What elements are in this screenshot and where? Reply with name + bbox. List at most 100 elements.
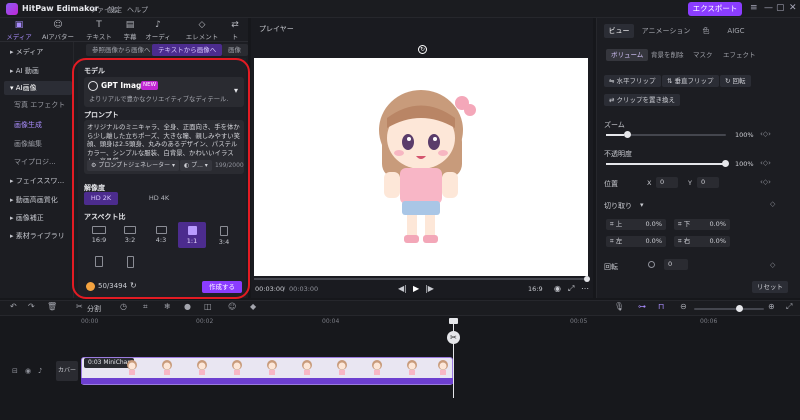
refresh-icon[interactable]: ↻ — [130, 281, 137, 290]
ratio-option-6[interactable] — [85, 252, 113, 274]
tab-aigc[interactable]: AIGC — [722, 24, 750, 38]
ratio-3-2[interactable]: 3:2 — [116, 222, 144, 248]
maximize-icon[interactable]: ▢ — [776, 3, 785, 13]
more-icon[interactable]: ⋯ — [581, 284, 589, 293]
mic-icon[interactable]: 🎙 — [614, 302, 624, 311]
zoom-value[interactable]: 100% — [735, 131, 754, 139]
camera-icon[interactable]: ◉ — [554, 284, 561, 293]
next-frame-icon[interactable]: |▶ — [425, 284, 434, 293]
tab-color[interactable]: 色 — [697, 24, 715, 38]
tab-transition[interactable]: ⇄ ト — [228, 20, 242, 41]
crop-top[interactable]: ⌗ 上 0.0% — [606, 219, 666, 230]
magnet-icon[interactable]: ⊓ — [658, 302, 664, 311]
sidebar-item-ai-image[interactable]: ▾ AI画像 — [4, 81, 72, 95]
sidebar-item-media[interactable]: ▸ メディア — [4, 45, 72, 59]
link-icon[interactable]: ⊶ — [638, 302, 646, 311]
prev-frame-icon[interactable]: ◀| — [398, 284, 407, 293]
split-icon[interactable]: ✂ — [76, 302, 83, 311]
zoom-knob[interactable] — [624, 131, 631, 138]
subtab-mask[interactable]: マスク — [688, 49, 718, 61]
timeline-zoom-slider[interactable] — [694, 308, 764, 310]
split-label[interactable]: 分割 — [87, 304, 101, 314]
cover-button[interactable]: カバー — [56, 361, 78, 381]
timeline-zoom-knob[interactable] — [736, 305, 743, 312]
preview-canvas[interactable] — [254, 58, 588, 276]
track-mute-icon[interactable]: ♪ — [38, 367, 42, 375]
keyframe-icon[interactable]: ‹◇› — [760, 178, 771, 186]
playback-progress[interactable] — [254, 278, 588, 280]
sidebar-item-image-fix[interactable]: ▸ 画像補正 — [4, 211, 72, 225]
fit-icon[interactable]: ⤢ — [786, 302, 792, 312]
resolution-2k[interactable]: HD 2K — [84, 192, 118, 205]
subtab-effect[interactable]: エフェクト — [718, 49, 761, 61]
ratio-3-4[interactable]: 3:4 — [210, 222, 238, 248]
sidebar-item-photo-effect[interactable]: 写真 エフェクト — [4, 98, 72, 112]
playhead-handle[interactable] — [449, 318, 458, 324]
sidebar-item-library[interactable]: ▸ 素材ライブラリ — [4, 229, 72, 243]
tab-text-to-image[interactable]: テキストから画像へ — [152, 44, 223, 56]
ratio-16-9[interactable]: 16:9 — [85, 222, 113, 248]
opacity-knob[interactable] — [722, 160, 729, 167]
redo-icon[interactable]: ↷ — [28, 302, 35, 311]
record-icon[interactable]: ● — [184, 302, 191, 311]
crop-tool-icon[interactable]: ⌗ — [143, 302, 148, 312]
playhead[interactable] — [453, 318, 454, 398]
fullscreen-icon[interactable]: ⤢ — [568, 284, 574, 294]
ratio-option-7[interactable] — [116, 252, 144, 274]
create-button[interactable]: 作成する — [202, 281, 242, 293]
rotation-dial-icon[interactable] — [648, 261, 655, 268]
play-icon[interactable]: ▶ — [413, 284, 419, 293]
tab-text[interactable]: T テキスト — [86, 20, 112, 41]
sidebar-item-image-edit[interactable]: 画像編集 — [4, 137, 72, 151]
keyframe-icon[interactable]: ◇ — [770, 261, 775, 269]
sidebar-item-face-swap[interactable]: ▸ フェイススワ... — [4, 174, 72, 188]
subtab-volume[interactable]: ボリューム — [606, 49, 649, 61]
tab-media[interactable]: ▣ メディア — [6, 20, 32, 41]
keyframe-icon[interactable]: ‹◇› — [760, 130, 771, 138]
ratio-4-3[interactable]: 4:3 — [147, 222, 175, 248]
ratio-1-1[interactable]: 1:1 — [178, 222, 206, 248]
track-lock-icon[interactable]: ⊟ — [12, 367, 18, 375]
crop-right[interactable]: ⌗ 右 0.0% — [674, 236, 730, 247]
reset-button[interactable]: リセット — [752, 281, 788, 293]
replace-clip-button[interactable]: ⇄ クリップを置き換え — [604, 94, 681, 106]
tab-image-style[interactable]: 画像ス — [222, 44, 248, 56]
menu-settings[interactable]: 設定 — [108, 5, 122, 15]
pos-x-input[interactable]: 0 — [656, 177, 678, 188]
keyframe-icon[interactable]: ‹◇› — [760, 159, 771, 167]
tab-subtitle[interactable]: ▤ 字幕 — [117, 20, 143, 41]
tab-animation[interactable]: アニメーション — [640, 24, 692, 38]
tab-view[interactable]: ビュー — [604, 24, 634, 38]
crop-bottom[interactable]: ⌗ 下 0.0% — [674, 219, 730, 230]
rotation-input[interactable]: 0 — [664, 259, 688, 270]
tab-ai-avatar[interactable]: ☺ AIアバター — [40, 20, 76, 41]
aspect-select[interactable]: 16:9 — [528, 285, 543, 293]
subtab-remove-bg[interactable]: 背景を削除 — [646, 49, 689, 61]
sticker-icon[interactable]: ◆ — [250, 302, 256, 311]
menu-help[interactable]: ヘルプ — [127, 5, 148, 15]
flip-horizontal-button[interactable]: ⇋ 水平フリップ — [604, 75, 661, 87]
undo-icon[interactable]: ↶ — [10, 302, 17, 311]
style-button[interactable]: ◐ プ... ▾ — [180, 160, 212, 171]
sidebar-item-ai-video[interactable]: ▸ AI 動画 — [4, 64, 72, 78]
prompt-generator-button[interactable]: ⚙ プロンプトジェネレーター ▾ — [87, 160, 180, 171]
tab-element[interactable]: ◇ エレメント — [184, 20, 220, 41]
zoom-out-icon[interactable]: ⊖ — [680, 302, 687, 311]
minimize-icon[interactable]: — — [764, 3, 773, 13]
close-icon[interactable]: ✕ — [789, 3, 797, 13]
zoom-in-icon[interactable]: ⊕ — [768, 302, 775, 311]
split-scissors-icon[interactable]: ✂ — [447, 331, 460, 344]
progress-knob[interactable] — [584, 276, 590, 282]
sidebar-item-video-enhance[interactable]: ▸ 動画高画質化 — [4, 193, 72, 207]
mirror-icon[interactable]: ◫ — [204, 302, 212, 311]
keyframe-icon[interactable]: ◇ — [770, 200, 775, 208]
sidebar-item-image-gen[interactable]: 画像生成 — [4, 118, 72, 132]
face-icon[interactable]: ☺ — [228, 302, 236, 311]
speed-icon[interactable]: ◷ — [120, 302, 127, 311]
opacity-value[interactable]: 100% — [735, 160, 754, 168]
pos-y-input[interactable]: 0 — [697, 177, 719, 188]
flip-vertical-button[interactable]: ⇅ 垂直フリップ — [662, 75, 719, 87]
sidebar-item-my-project[interactable]: マイプロジ... — [4, 155, 72, 169]
resolution-4k[interactable]: HD 4K — [142, 192, 176, 205]
tab-ref-image[interactable]: 参照画像から画像へ — [86, 44, 157, 56]
